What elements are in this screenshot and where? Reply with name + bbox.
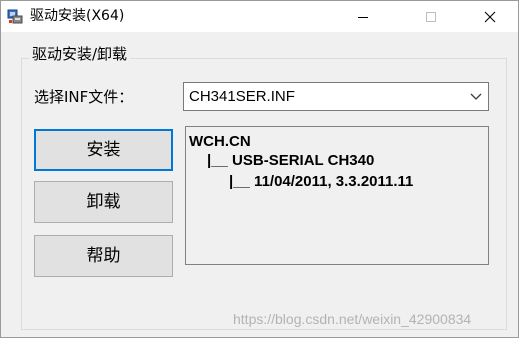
inf-file-select[interactable]: CH341SER.INF xyxy=(183,82,489,111)
watermark: https://blog.csdn.net/weixin_42900834 xyxy=(233,311,472,327)
title-bar[interactable]: 驱动安装(X64) xyxy=(1,1,518,32)
info-version: |__ 11/04/2011, 3.3.2011.11 xyxy=(229,173,414,190)
close-icon xyxy=(484,11,496,22)
groupbox-title: 驱动安装/卸载 xyxy=(29,44,131,64)
help-button[interactable]: 帮助 xyxy=(34,235,173,277)
inf-file-label: 选择INF文件： xyxy=(34,88,134,106)
window-title: 驱动安装(X64) xyxy=(30,8,125,24)
uninstall-button[interactable]: 卸载 xyxy=(34,181,173,223)
info-vendor: WCH.CN xyxy=(189,133,251,150)
minimize-button[interactable] xyxy=(340,1,386,32)
close-button[interactable] xyxy=(467,1,513,32)
maximize-button[interactable] xyxy=(408,1,454,32)
install-button[interactable]: 安装 xyxy=(34,129,173,171)
app-icon xyxy=(7,9,23,24)
installer-window: 驱动安装(X64) 驱动安装/卸载 选择INF文件： CH341SER.INF … xyxy=(0,0,519,338)
maximize-icon xyxy=(426,11,436,22)
driver-info-box: WCH.CN |__ USB-SERIAL CH340 |__ 11/04/20… xyxy=(185,126,489,265)
inf-file-value: CH341SER.INF xyxy=(189,88,295,105)
info-device: |__ USB-SERIAL CH340 xyxy=(207,152,375,169)
minimize-icon xyxy=(358,16,368,18)
chevron-down-icon xyxy=(470,93,482,100)
